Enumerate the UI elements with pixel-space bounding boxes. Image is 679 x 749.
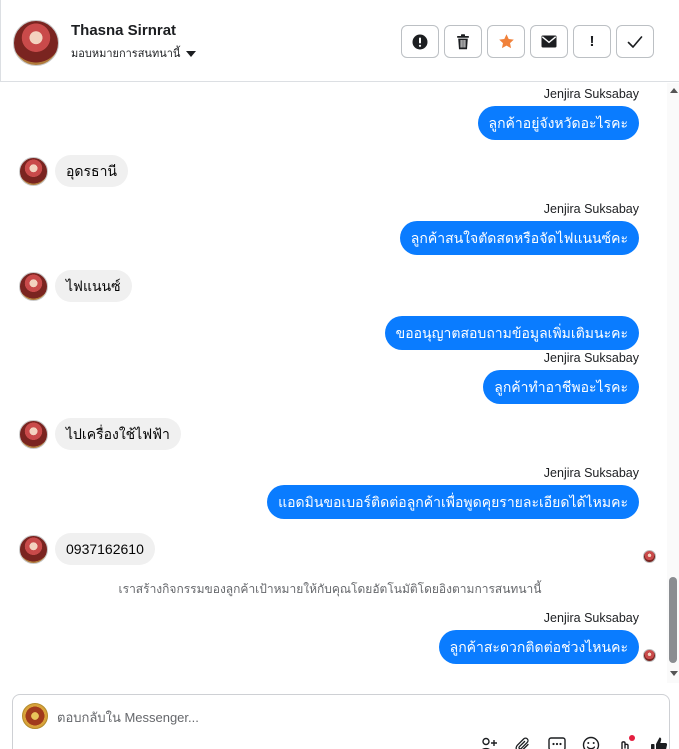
outgoing-message[interactable]: ขออนุญาตสอบถามข้อมูลเพิ่มเติมนะคะ	[384, 316, 639, 350]
notification-dot	[629, 735, 635, 741]
contact-name[interactable]: Thasna Sirnrat	[71, 22, 176, 39]
sender-name: Jenjira Suksabay	[543, 611, 639, 625]
exclamation-icon: !	[589, 33, 595, 50]
follow-up-button[interactable]: !	[573, 25, 611, 58]
emoji-button[interactable]	[581, 735, 601, 749]
sender-name: Jenjira Suksabay	[543, 202, 639, 216]
mark-done-button[interactable]	[616, 25, 654, 58]
contact-avatar[interactable]	[13, 20, 59, 66]
star-icon	[498, 34, 514, 49]
emoji-icon	[582, 736, 600, 749]
checkmark-icon	[627, 35, 643, 48]
outgoing-message[interactable]: ลูกค้าทำอาชีพอะไรคะ	[483, 370, 639, 404]
incoming-message-row: อุดรธานี	[19, 155, 128, 187]
contact-avatar-small[interactable]	[19, 156, 48, 186]
assign-label: มอบหมายการสนทนานี้	[71, 48, 181, 60]
thread-scrollbar[interactable]	[667, 83, 679, 683]
message-thread: Jenjira Suksabay ลูกค้าอยู่จังหวัดอะไรคะ…	[0, 83, 667, 683]
reply-composer	[12, 694, 670, 749]
outgoing-message[interactable]: ลูกค้าสนใจตัดสดหรือจัดไฟแนนซ์คะ	[399, 221, 639, 255]
star-button[interactable]	[487, 25, 525, 58]
exclamation-circle-icon	[412, 34, 428, 49]
add-contact-icon	[482, 737, 497, 749]
assign-conversation-dropdown[interactable]: มอบหมายการสนทนานี้	[71, 44, 197, 62]
scroll-thumb[interactable]	[669, 577, 677, 663]
incoming-message[interactable]: 0937162610	[55, 533, 155, 565]
sender-name: Jenjira Suksabay	[543, 466, 639, 480]
seen-indicator	[643, 550, 656, 563]
seen-indicator	[643, 649, 656, 662]
report-spam-button[interactable]	[401, 25, 439, 58]
contact-avatar-small[interactable]	[19, 534, 48, 564]
add-contact-button[interactable]	[479, 735, 499, 749]
contact-avatar-small[interactable]	[19, 271, 48, 301]
delete-button[interactable]	[444, 25, 482, 58]
conversation-header: Thasna Sirnrat มอบหมายการสนทนานี้ !	[0, 0, 679, 82]
contact-avatar-small[interactable]	[19, 419, 48, 449]
like-icon	[651, 737, 668, 749]
sender-name: Jenjira Suksabay	[543, 351, 639, 365]
outgoing-message[interactable]: ลูกค้าอยู่จังหวัดอะไรคะ	[477, 106, 639, 140]
scroll-up-arrow-icon[interactable]	[670, 88, 678, 93]
caret-down-icon	[186, 50, 197, 57]
outgoing-message[interactable]: แอดมินขอเบอร์ติดต่อลูกค้าเพื่อพูดคุยรายล…	[267, 485, 639, 519]
incoming-message-row: ไฟแนนซ์	[19, 270, 132, 302]
saved-replies-icon	[548, 737, 566, 749]
trash-icon	[457, 33, 469, 49]
mark-unread-button[interactable]	[530, 25, 568, 58]
incoming-message-row: ไปเครื่องใช้ไฟฟ้า	[19, 418, 181, 450]
attach-file-button[interactable]	[513, 735, 533, 749]
scroll-down-arrow-icon[interactable]	[670, 671, 678, 676]
sender-name: Jenjira Suksabay	[543, 87, 639, 101]
saved-replies-button[interactable]	[547, 735, 567, 749]
incoming-message[interactable]: ไฟแนนซ์	[55, 270, 132, 302]
incoming-message-row: 0937162610	[19, 533, 155, 565]
reply-input[interactable]	[57, 707, 617, 727]
system-notice: เราสร้างกิจกรรมของลูกค้าเป้าหมายให้กับคุ…	[118, 582, 542, 596]
incoming-message[interactable]: ไปเครื่องใช้ไฟฟ้า	[55, 418, 181, 450]
envelope-icon	[541, 35, 557, 48]
incoming-message[interactable]: อุดรธานี	[55, 155, 128, 187]
appointment-button[interactable]	[615, 735, 635, 749]
outgoing-message[interactable]: ลูกค้าสะดวกติดต่อช่วงไหนคะ	[438, 630, 639, 664]
header-actions: !	[401, 25, 654, 58]
like-button[interactable]	[649, 735, 669, 749]
composer-toolbar	[479, 735, 669, 749]
attachment-icon	[515, 737, 529, 749]
page-avatar	[22, 703, 48, 729]
